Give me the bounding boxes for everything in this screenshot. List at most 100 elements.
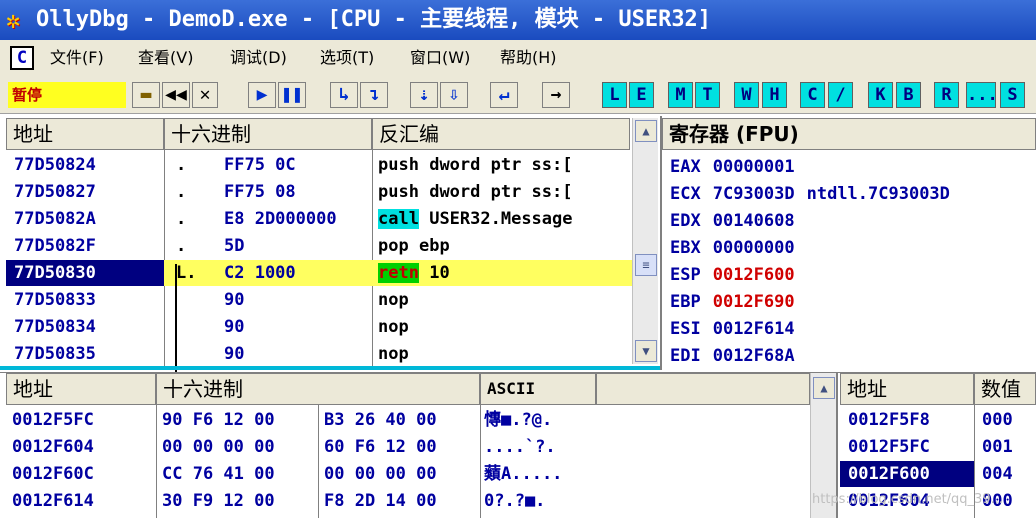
- disasm-address-header[interactable]: 地址: [6, 118, 164, 150]
- close-icon[interactable]: ✕: [192, 82, 218, 108]
- registers-pane[interactable]: 寄存器 (FPU) EAX 00000001 ECX 7C93003D ntdll.7C…: [660, 116, 1036, 370]
- step-over-icon[interactable]: ↴: [360, 82, 388, 108]
- register-name: EBP: [670, 292, 701, 312]
- register-row[interactable]: ESI 0012F614: [670, 316, 1030, 342]
- step-into-icon[interactable]: ↳: [330, 82, 358, 108]
- disasm-address[interactable]: 77D50834: [6, 314, 164, 340]
- dump-address-header[interactable]: 地址: [6, 373, 156, 405]
- menu-view[interactable]: 查看(V): [138, 40, 193, 76]
- toolbar-memory-button[interactable]: M: [668, 82, 693, 108]
- register-value[interactable]: 00000000: [713, 238, 795, 258]
- register-value[interactable]: 7C93003D: [713, 184, 795, 204]
- register-value[interactable]: 00140608: [713, 211, 795, 231]
- toolbar-source-button[interactable]: S: [1000, 82, 1025, 108]
- stack-address[interactable]: 0012F5F8: [840, 407, 974, 433]
- toolbar-patches-button[interactable]: /: [828, 82, 853, 108]
- table-row[interactable]: 77D50833 90 nop: [6, 287, 632, 313]
- disasm-instruction[interactable]: nop: [372, 314, 632, 340]
- menu-options[interactable]: 选项(T): [320, 40, 374, 76]
- rewind-icon[interactable]: ◀◀: [162, 82, 190, 108]
- trace-into-icon[interactable]: ⇣: [410, 82, 438, 108]
- disassembly-pane[interactable]: 地址 十六进制 反汇编 77D50824. FF75 0C push dword p…: [0, 116, 660, 378]
- register-row[interactable]: EBP 0012F690: [670, 289, 1030, 315]
- scroll-thumb[interactable]: ≡: [635, 254, 657, 276]
- toolbar-breakpoints-button[interactable]: B: [896, 82, 921, 108]
- open-icon[interactable]: ▬: [132, 82, 160, 108]
- table-row[interactable]: 0012F604 00 00 00 00 60 F6 12 00 ....`?.: [6, 434, 806, 460]
- register-row[interactable]: EAX 00000001: [670, 154, 1030, 180]
- disasm-hex-header[interactable]: 十六进制: [164, 118, 372, 150]
- disasm-instruction[interactable]: nop: [372, 287, 632, 313]
- table-row[interactable]: 77D5082F. 5D pop ebp: [6, 233, 632, 259]
- disasm-address[interactable]: 77D50827: [6, 179, 164, 205]
- register-row[interactable]: EDX 00140608: [670, 208, 1030, 234]
- scroll-up-icon[interactable]: ▲: [813, 377, 835, 399]
- table-row[interactable]: 77D50834 90 nop: [6, 314, 632, 340]
- disasm-address[interactable]: 77D50835: [6, 341, 164, 367]
- trace-over-icon[interactable]: ⇩: [440, 82, 468, 108]
- table-row[interactable]: 77D5082A. E8 2D000000 call USER32.Message: [6, 206, 632, 232]
- toolbar-log-button[interactable]: L: [602, 82, 627, 108]
- table-row[interactable]: 77D50830 L. C2 1000 retn 10: [6, 260, 632, 286]
- disasm-address[interactable]: 77D5082A: [6, 206, 164, 232]
- dump-pane[interactable]: 地址 十六进制 ASCII 0012F5FC 90 F6 12 00 B3 26 4…: [0, 372, 836, 518]
- disasm-instruction[interactable]: retn 10: [372, 260, 632, 286]
- table-row[interactable]: 0012F5FC 001: [840, 434, 1036, 460]
- table-row[interactable]: 77D50827. FF75 08 push dword ptr ss:[: [6, 179, 632, 205]
- stack-address[interactable]: 0012F5FC: [840, 434, 974, 460]
- disasm-instruction[interactable]: push dword ptr ss:[: [372, 152, 632, 178]
- menu-help[interactable]: 帮助(H): [500, 40, 557, 76]
- register-value[interactable]: 0012F600: [713, 265, 795, 285]
- menu-window[interactable]: 窗口(W): [410, 40, 470, 76]
- toolbar-windows-button[interactable]: W: [734, 82, 759, 108]
- run-icon[interactable]: ▶: [248, 82, 276, 108]
- table-row[interactable]: 0012F5F8 000: [840, 407, 1036, 433]
- disasm-address[interactable]: 77D50833: [6, 287, 164, 313]
- menu-debug[interactable]: 调试(D): [230, 40, 287, 76]
- register-value[interactable]: 0012F614: [713, 319, 795, 339]
- disasm-scrollbar[interactable]: ▲ ≡ ▼: [632, 118, 658, 364]
- toolbar-references-button[interactable]: R: [934, 82, 959, 108]
- disasm-address[interactable]: 77D50830: [6, 260, 164, 286]
- disasm-instruction[interactable]: nop: [372, 341, 632, 367]
- register-row[interactable]: EDI 0012F68A: [670, 343, 1030, 369]
- toolbar-cpu-button[interactable]: C: [800, 82, 825, 108]
- register-value[interactable]: 0012F68A: [713, 346, 795, 366]
- toolbar-callstack-button[interactable]: K: [868, 82, 893, 108]
- register-row[interactable]: ECX 7C93003D ntdll.7C93003D: [670, 181, 1030, 207]
- toolbar-runtrace-button[interactable]: ...: [966, 82, 998, 108]
- pause-icon[interactable]: ❚❚: [278, 82, 306, 108]
- dump-hex-header[interactable]: 十六进制: [156, 373, 480, 405]
- register-value[interactable]: 0012F690: [713, 292, 795, 312]
- disasm-code-header[interactable]: 反汇编: [372, 118, 630, 150]
- disasm-address[interactable]: 77D5082F: [6, 233, 164, 259]
- table-row[interactable]: 0012F600 004: [840, 461, 1036, 487]
- dump-ascii-header[interactable]: ASCII: [480, 373, 596, 405]
- table-row[interactable]: 0012F5FC 90 F6 12 00 B3 26 40 00 慱■.?@.: [6, 407, 806, 433]
- stack-value-header[interactable]: 数值: [974, 373, 1036, 405]
- cpu-window-icon[interactable]: C: [10, 46, 34, 70]
- table-row[interactable]: 0012F614 30 F9 12 00 F8 2D 14 00 0?.?■.: [6, 488, 806, 514]
- table-row[interactable]: 77D50835 90 nop: [6, 341, 632, 367]
- toolbar-threads-button[interactable]: T: [695, 82, 720, 108]
- execute-till-return-icon[interactable]: ↵: [490, 82, 518, 108]
- stack-address-header[interactable]: 地址: [840, 373, 974, 405]
- register-value[interactable]: 00000001: [713, 157, 795, 177]
- toolbar-executables-button[interactable]: E: [629, 82, 654, 108]
- disasm-instruction[interactable]: pop ebp: [372, 233, 632, 259]
- stack-address[interactable]: 0012F600: [840, 461, 974, 487]
- goto-icon[interactable]: →: [542, 82, 570, 108]
- disasm-operand: USER32.Message: [429, 209, 573, 229]
- toolbar-handles-button[interactable]: H: [762, 82, 787, 108]
- disasm-hex: FF75 0C: [224, 155, 296, 175]
- menu-file[interactable]: 文件(F): [50, 40, 104, 76]
- register-row[interactable]: ESP 0012F600: [670, 262, 1030, 288]
- table-row[interactable]: 77D50824. FF75 0C push dword ptr ss:[: [6, 152, 632, 178]
- disasm-instruction[interactable]: push dword ptr ss:[: [372, 179, 632, 205]
- register-row[interactable]: EBX 00000000: [670, 235, 1030, 261]
- scroll-down-icon[interactable]: ▼: [635, 340, 657, 362]
- disasm-address[interactable]: 77D50824: [6, 152, 164, 178]
- table-row[interactable]: 0012F60C CC 76 41 00 00 00 00 00 蘱A.....: [6, 461, 806, 487]
- scroll-up-icon[interactable]: ▲: [635, 120, 657, 142]
- disasm-instruction[interactable]: call USER32.Message: [372, 206, 632, 232]
